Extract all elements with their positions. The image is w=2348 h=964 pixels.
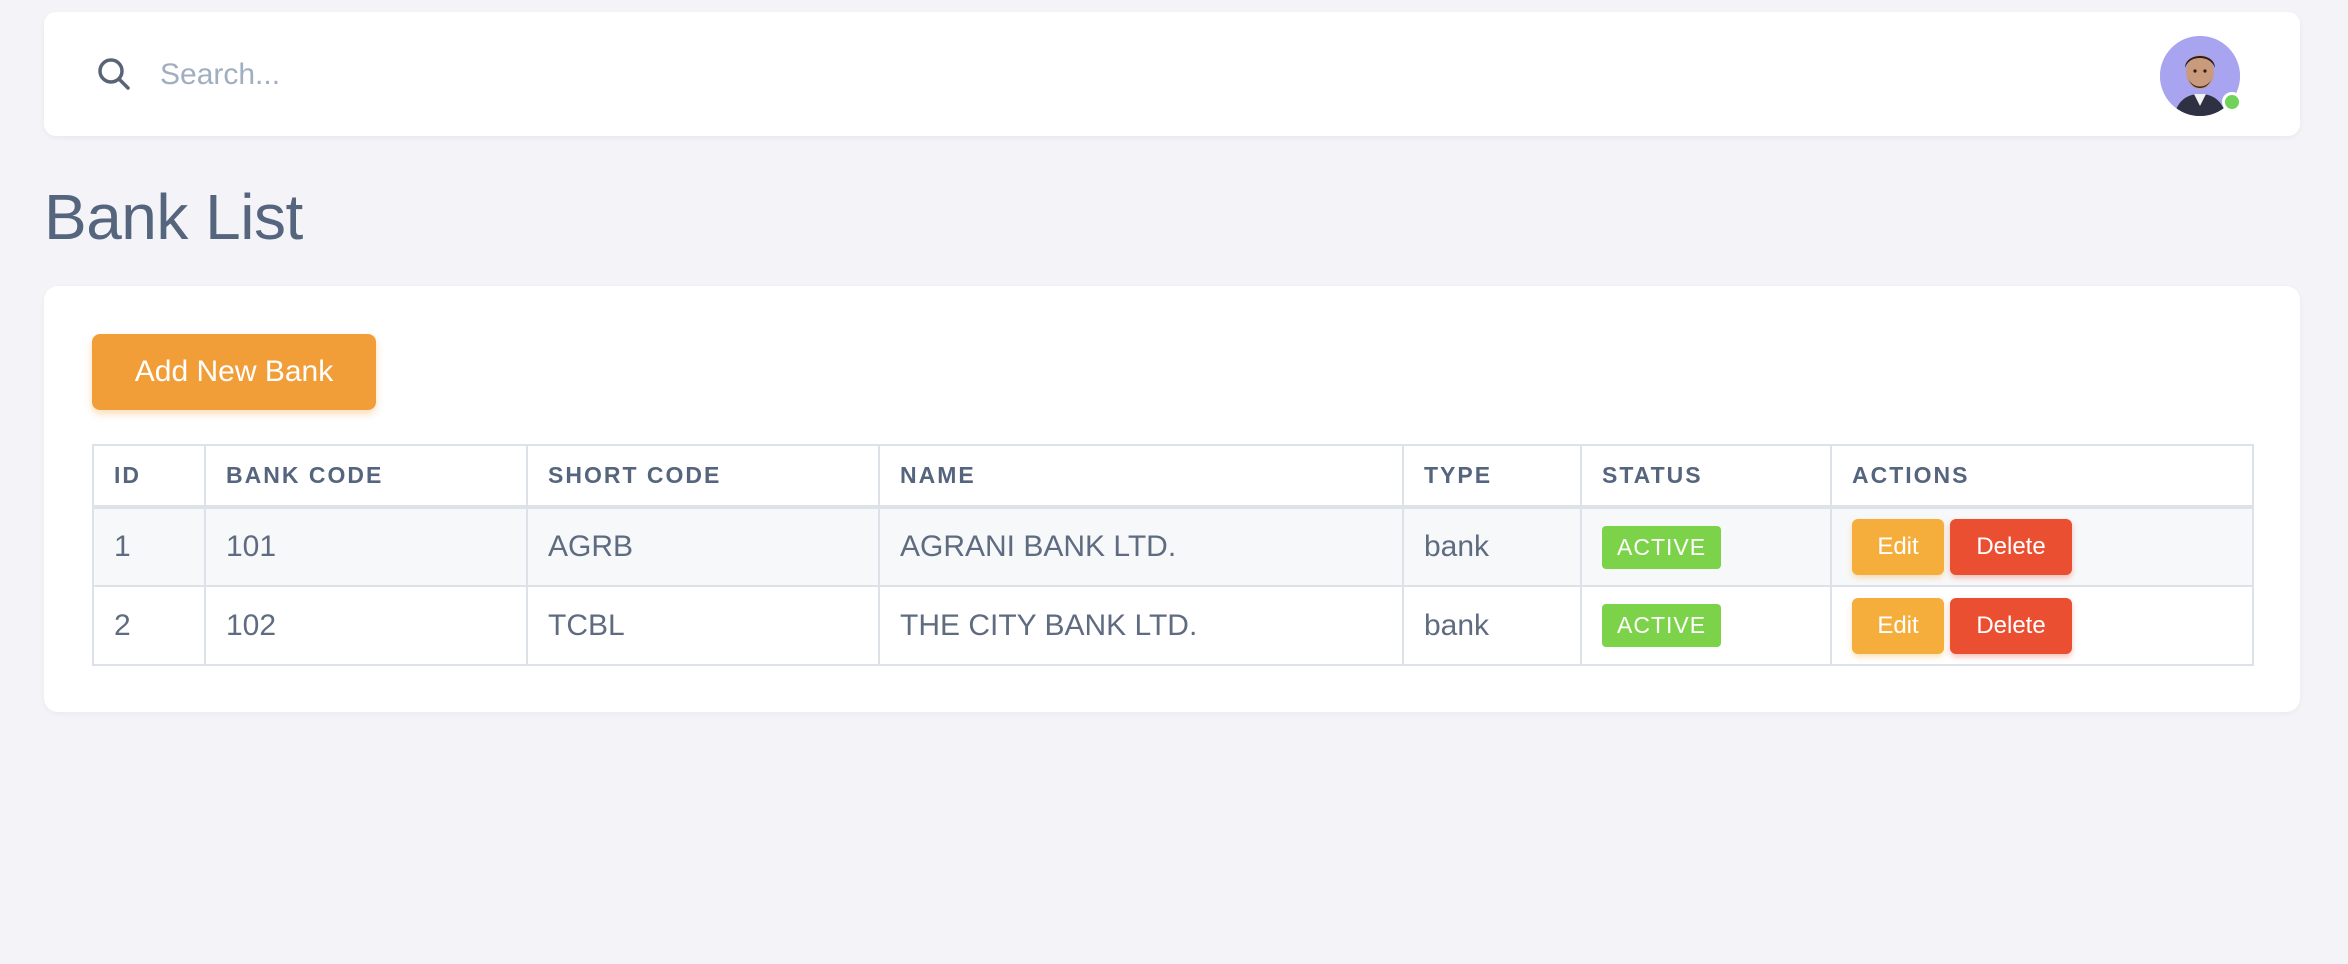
top-bar	[44, 12, 2300, 136]
cell-name: AGRANI BANK LTD.	[878, 506, 1404, 587]
edit-button[interactable]: Edit	[1852, 597, 1944, 654]
column-header-bank-code[interactable]: BANK CODE	[204, 444, 528, 509]
page-title: Bank List	[44, 181, 303, 253]
add-new-bank-button[interactable]: Add New Bank	[92, 334, 376, 410]
cell-bank-code: 101	[204, 506, 528, 587]
table-header-row: ID BANK CODE SHORT CODE NAME TYPE STATUS…	[92, 444, 2254, 509]
column-header-short-code[interactable]: SHORT CODE	[526, 444, 880, 509]
status-badge: ACTIVE	[1602, 604, 1722, 647]
column-header-name[interactable]: NAME	[878, 444, 1404, 509]
cell-id: 1	[92, 506, 206, 587]
delete-button[interactable]: Delete	[1950, 519, 2072, 575]
cell-name: THE CITY BANK LTD.	[878, 585, 1404, 666]
cell-actions: Edit Delete	[1830, 506, 2254, 587]
cell-short-code: TCBL	[526, 585, 880, 666]
cell-bank-code: 102	[204, 585, 528, 666]
cell-short-code: AGRB	[526, 506, 880, 587]
edit-button[interactable]: Edit	[1852, 519, 1944, 575]
column-header-status[interactable]: STATUS	[1580, 444, 1832, 509]
avatar[interactable]	[2160, 36, 2242, 116]
cell-type: bank	[1402, 585, 1582, 666]
cell-actions: Edit Delete	[1830, 585, 2254, 666]
column-header-type[interactable]: TYPE	[1402, 444, 1582, 509]
cell-type: bank	[1402, 506, 1582, 587]
column-header-actions: ACTIONS	[1830, 444, 2254, 509]
online-status-indicator	[2222, 92, 2242, 112]
bank-list-card: Add New Bank ID BANK CODE SHORT CODE NAM…	[44, 286, 2300, 712]
search-input[interactable]	[160, 50, 1360, 100]
search-icon[interactable]	[94, 54, 134, 94]
delete-button[interactable]: Delete	[1950, 597, 2072, 654]
cell-status: ACTIVE	[1580, 506, 1832, 587]
cell-id: 2	[92, 585, 206, 666]
bank-table: ID BANK CODE SHORT CODE NAME TYPE STATUS…	[92, 444, 2254, 666]
cell-status: ACTIVE	[1580, 585, 1832, 666]
table-row: 1 101 AGRB AGRANI BANK LTD. bank ACTIVE …	[92, 506, 2254, 587]
column-header-id[interactable]: ID	[92, 444, 206, 509]
status-badge: ACTIVE	[1602, 525, 1722, 569]
table-row: 2 102 TCBL THE CITY BANK LTD. bank ACTIV…	[92, 585, 2254, 666]
